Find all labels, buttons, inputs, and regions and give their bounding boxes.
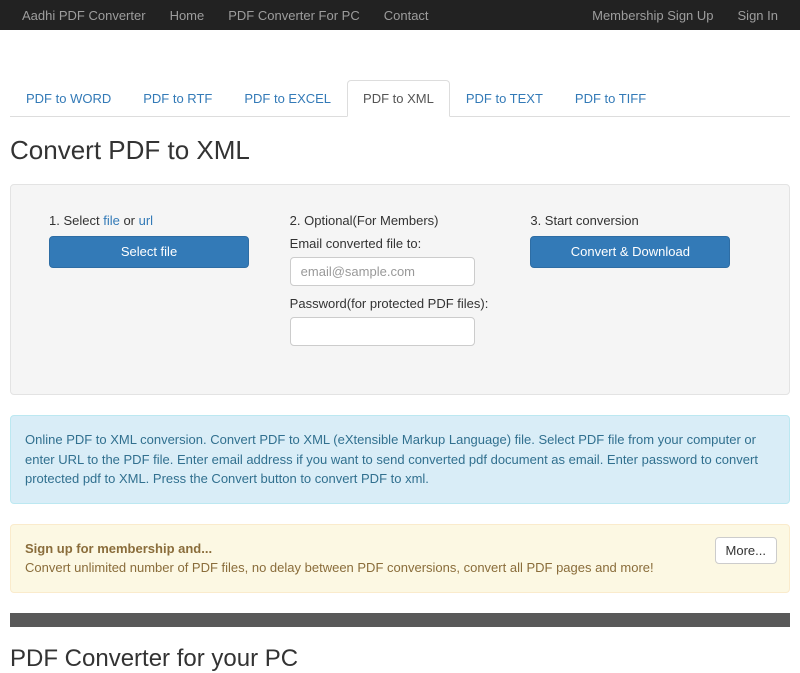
tab-pdf-to-excel[interactable]: PDF to EXCEL [228,80,347,117]
membership-alert: Sign up for membership and... Convert un… [10,524,790,593]
step-2: 2. Optional(For Members) Email converted… [290,213,511,356]
step-3: 3. Start conversion Convert & Download [530,213,751,356]
navbar-brand[interactable]: Aadhi PDF Converter [10,8,158,23]
tab-pdf-to-word[interactable]: PDF to WORD [10,80,127,117]
navbar: Aadhi PDF Converter Home PDF Converter F… [0,0,800,30]
tab-pdf-to-text[interactable]: PDF to TEXT [450,80,559,117]
converter-tabs: PDF to WORD PDF to RTF PDF to EXCEL PDF … [10,80,790,117]
password-input[interactable] [290,317,475,346]
password-label: Password(for protected PDF files): [290,296,511,311]
step-3-label: 3. Start conversion [530,213,751,228]
select-url-link[interactable]: url [139,213,153,228]
more-button[interactable]: More... [715,537,777,564]
page-heading: Convert PDF to XML [10,135,790,166]
tab-pdf-to-tiff[interactable]: PDF to TIFF [559,80,662,117]
nav-home[interactable]: Home [158,8,217,23]
email-input[interactable] [290,257,475,286]
step-1: 1. Select file or url Select file [49,213,270,356]
info-alert: Online PDF to XML conversion. Convert PD… [10,415,790,504]
navbar-left: Aadhi PDF Converter Home PDF Converter F… [10,8,441,23]
section-divider [10,613,790,627]
pc-converter-heading: PDF Converter for your PC [10,645,790,673]
select-file-button[interactable]: Select file [49,236,249,268]
step-1-prefix: 1. Select [49,213,103,228]
tab-pdf-to-xml[interactable]: PDF to XML [347,80,450,117]
navbar-right: Membership Sign Up Sign In [580,8,790,23]
nav-contact[interactable]: Contact [372,8,441,23]
nav-pdf-converter-pc[interactable]: PDF Converter For PC [216,8,371,23]
step-1-or: or [120,213,139,228]
tab-pdf-to-rtf[interactable]: PDF to RTF [127,80,228,117]
convert-download-button[interactable]: Convert & Download [530,236,730,268]
step-2-label: 2. Optional(For Members) [290,213,511,228]
converter-well: 1. Select file or url Select file 2. Opt… [10,184,790,395]
select-file-link[interactable]: file [103,213,120,228]
step-1-label: 1. Select file or url [49,213,270,228]
nav-membership-signup[interactable]: Membership Sign Up [580,8,725,23]
membership-alert-title: Sign up for membership and... [25,541,212,556]
membership-alert-text: Convert unlimited number of PDF files, n… [25,560,654,575]
email-label: Email converted file to: [290,236,511,251]
nav-signin[interactable]: Sign In [726,8,790,23]
